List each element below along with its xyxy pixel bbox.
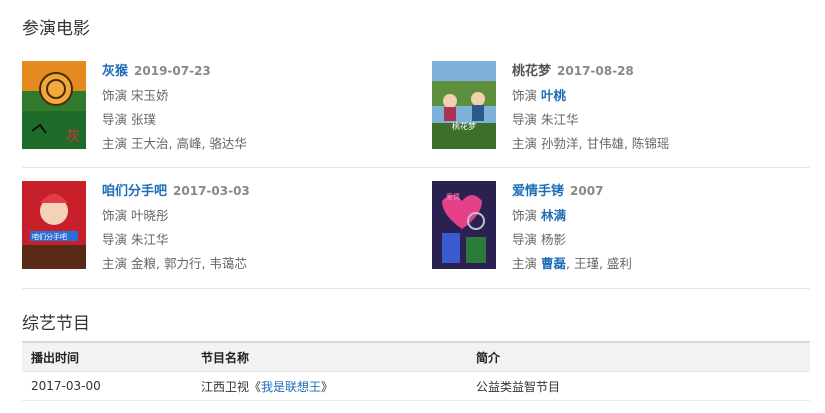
movie-card: 爱情 爱情手铐 2007 饰演 林满 导演 杨影 主演 曹磊, 王瑾, 盛利: [432, 181, 822, 271]
cast-label: 主演: [102, 256, 128, 271]
cast-value: , 王瑾, 盛利: [566, 256, 632, 271]
svg-text:桃花梦: 桃花梦: [452, 121, 476, 131]
movie-date: 2007: [570, 184, 604, 198]
movie-title-link[interactable]: 桃花梦: [512, 64, 551, 79]
director-label: 导演: [102, 112, 128, 127]
movie-date: 2019-07-23: [134, 64, 211, 78]
section-title-movies: 参演电影: [22, 19, 90, 39]
director-label: 导演: [102, 232, 128, 247]
movie-title-link[interactable]: 灰猴: [102, 64, 128, 79]
cast-value: 孙勃洋, 甘伟雄, 陈锦瑶: [541, 136, 670, 151]
air-date-cell: 2017-03-00: [22, 371, 192, 401]
role-value[interactable]: 林满: [541, 208, 566, 223]
movie-date: 2017-03-03: [173, 184, 250, 198]
role-label: 饰演: [512, 88, 538, 103]
svg-text:灰: 灰: [66, 129, 80, 145]
movie-title-link[interactable]: 咱们分手吧: [102, 184, 167, 199]
movie-card: 桃花梦 桃花梦 2017-08-28 饰演 叶桃 导演 朱江华 主演 孙勃洋, 甘伟雄,…: [432, 61, 822, 151]
role-label: 饰演: [102, 208, 128, 223]
column-header-intro: 简介: [467, 341, 810, 372]
director-value: 张璞: [131, 112, 157, 127]
column-header-show-name: 节目名称: [192, 341, 467, 372]
director-value: 杨影: [541, 232, 567, 247]
movie-title-link[interactable]: 爱情手铐: [512, 184, 564, 199]
director-value: 朱江华: [131, 232, 169, 247]
cast-label: 主演: [512, 256, 538, 271]
cast-link[interactable]: 曹磊: [541, 256, 566, 271]
cast-label: 主演: [512, 136, 538, 151]
movie-date: 2017-08-28: [557, 64, 634, 78]
director-label: 导演: [512, 112, 538, 127]
role-value[interactable]: 叶桃: [541, 88, 566, 103]
movie-poster[interactable]: 爱情: [432, 181, 496, 269]
section-title-variety: 综艺节目: [22, 314, 90, 334]
poster-hui-hou-icon: 灰: [22, 61, 86, 149]
cast-label: 主演: [102, 136, 128, 151]
divider: [22, 167, 810, 168]
director-value: 朱江华: [541, 112, 579, 127]
role-value: 宋玉娇: [131, 88, 169, 103]
role-label: 饰演: [512, 208, 538, 223]
movie-poster[interactable]: 咱们分手吧: [22, 181, 86, 269]
svg-text:咱们分手吧: 咱们分手吧: [32, 232, 67, 241]
table-row: 2017-03-00 江西卫视《我是联想王》 公益类益智节目: [22, 371, 810, 401]
intro-cell: 公益类益智节目: [467, 371, 810, 401]
show-link[interactable]: 我是联想王: [261, 380, 321, 394]
channel-prefix: 江西卫视《: [201, 379, 262, 394]
page: 参演电影 灰 灰猴 2019-07-23 饰演 宋玉娇 导演 张璞 主演 王大治, 高峰…: [0, 0, 825, 413]
movie-poster[interactable]: 灰: [22, 61, 86, 149]
column-header-air-date: 播出时间: [22, 341, 192, 372]
cast-value: 王大治, 高峰, 骆达华: [131, 136, 247, 151]
table-header-row: 播出时间 节目名称 简介: [22, 341, 810, 372]
channel-suffix: 》: [321, 379, 334, 394]
poster-zan-men-fen-shou-ba-icon: 咱们分手吧: [22, 181, 86, 269]
poster-tao-hua-meng-icon: 桃花梦: [432, 61, 496, 149]
role-label: 饰演: [102, 88, 128, 103]
poster-ai-qing-shou-kao-icon: 爱情: [432, 181, 496, 269]
svg-text:爱情: 爱情: [446, 192, 460, 201]
director-label: 导演: [512, 232, 538, 247]
divider: [22, 288, 810, 289]
role-value: 叶晓彤: [131, 208, 169, 223]
movie-poster[interactable]: 桃花梦: [432, 61, 496, 149]
movie-card: 灰 灰猴 2019-07-23 饰演 宋玉娇 导演 张璞 主演 王大治, 高峰, 骆达华: [22, 61, 412, 151]
show-name-cell: 江西卫视《我是联想王》: [192, 371, 467, 401]
cast-value: 金粮, 郭力行, 韦蔼芯: [131, 256, 247, 271]
variety-table: 播出时间 节目名称 简介 2017-03-00 江西卫视《我是联想王》 公益类益…: [22, 341, 810, 401]
movie-card: 咱们分手吧 咱们分手吧 2017-03-03 饰演 叶晓彤 导演 朱江华 主演 金粮, …: [22, 181, 412, 271]
